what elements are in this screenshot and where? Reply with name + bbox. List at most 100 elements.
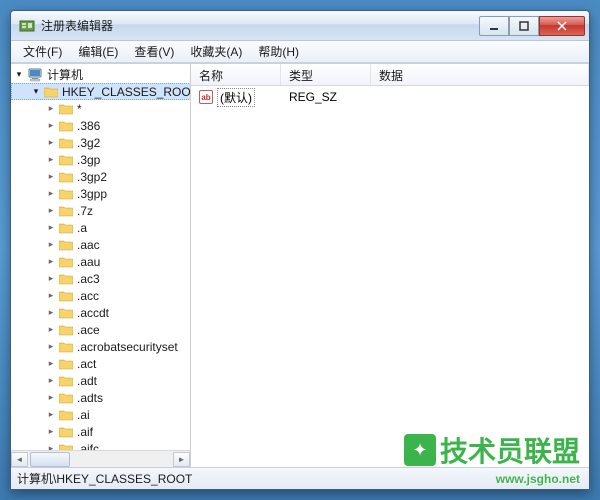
expand-icon[interactable]: ▸ [45, 375, 57, 387]
tree-label: .aif [77, 425, 93, 439]
scroll-left-button[interactable]: ◄ [11, 452, 28, 467]
tree-label: .aifc [77, 442, 99, 451]
tree-label: .adts [77, 391, 103, 405]
folder-icon [59, 443, 73, 451]
expand-icon[interactable]: ▸ [45, 324, 57, 336]
folder-icon [59, 290, 73, 302]
tree-item-2[interactable]: ▸ .3g2 [11, 134, 190, 151]
column-data[interactable]: 数据 [371, 64, 589, 85]
collapse-icon[interactable]: ▾ [30, 86, 42, 98]
tree-label: .act [77, 357, 96, 371]
tree-label: .ai [77, 408, 90, 422]
expand-icon[interactable]: ▸ [45, 341, 57, 353]
app-icon [19, 18, 35, 34]
tree-item-11[interactable]: ▸.acc [11, 287, 190, 304]
expand-icon[interactable]: ▸ [45, 188, 57, 200]
expand-icon[interactable]: ▸ [45, 358, 57, 370]
minimize-button[interactable] [479, 16, 509, 36]
tree-item-10[interactable]: ▸ .ac3 [11, 270, 190, 287]
tree-label: .386 [77, 119, 100, 133]
folder-icon [59, 188, 73, 200]
tree-label: .ac3 [77, 272, 100, 286]
list-row[interactable]: ab (默认) REG_SZ [191, 88, 589, 106]
expand-icon[interactable]: ▸ [45, 409, 57, 421]
folder-icon [59, 358, 73, 370]
close-button[interactable] [539, 16, 585, 36]
tree-label: .ace [77, 323, 100, 337]
scroll-right-button[interactable]: ► [173, 452, 190, 467]
tree-label: .aau [77, 255, 100, 269]
tree-label: .3gp2 [77, 170, 107, 184]
folder-icon [27, 68, 43, 82]
value-type-cell: REG_SZ [281, 90, 371, 104]
tree-item-16[interactable]: ▸.adt [11, 372, 190, 389]
maximize-button[interactable] [509, 16, 539, 36]
expand-icon[interactable]: ▸ [45, 137, 57, 149]
tree-item-13[interactable]: ▸ .ace [11, 321, 190, 338]
expand-icon[interactable]: ▸ [45, 290, 57, 302]
expand-icon[interactable]: ▸ [45, 103, 57, 115]
menu-view[interactable]: 查看(V) [126, 41, 182, 62]
menu-file[interactable]: 文件(F) [15, 41, 70, 62]
column-name[interactable]: 名称 [191, 64, 281, 85]
tree-item-20[interactable]: ▸ .aifc [11, 440, 190, 450]
value-name: (默认) [217, 88, 255, 107]
expand-icon[interactable]: ▸ [45, 273, 57, 285]
menu-edit[interactable]: 编辑(E) [70, 41, 126, 62]
expand-icon[interactable]: ▸ [45, 205, 57, 217]
expand-icon[interactable]: ▸ [45, 120, 57, 132]
tree-label: 计算机 [47, 66, 83, 83]
status-path: 计算机\HKEY_CLASSES_ROOT [17, 470, 192, 487]
folder-icon [59, 341, 73, 353]
tree-label: .accdt [77, 306, 109, 320]
expand-icon[interactable]: ▸ [45, 256, 57, 268]
tree-hkey-classes-root[interactable]: ▾ HKEY_CLASSES_ROOT [11, 83, 190, 100]
folder-icon [59, 103, 73, 115]
tree-label: HKEY_CLASSES_ROOT [62, 85, 190, 99]
tree-item-17[interactable]: ▸ .adts [11, 389, 190, 406]
folder-icon [59, 307, 73, 319]
tree-item-12[interactable]: ▸ .accdt [11, 304, 190, 321]
tree-root-computer[interactable]: ▾ 计算机 [11, 66, 190, 83]
content-area: ▾计算机▾HKEY_CLASSES_ROOT▸*▸.386▸.3g2▸.3gp▸… [11, 63, 589, 467]
expand-icon[interactable]: ▸ [45, 239, 57, 251]
tree-item-1[interactable]: ▸ .386 [11, 117, 190, 134]
tree-item-15[interactable]: ▸ .act [11, 355, 190, 372]
tree-item-19[interactable]: ▸ .aif [11, 423, 190, 440]
folder-icon [59, 222, 73, 234]
tree-item-6[interactable]: ▸.7z [11, 202, 190, 219]
string-value-icon: ab [199, 90, 213, 104]
tree-item-3[interactable]: ▸.3gp [11, 151, 190, 168]
tree-item-14[interactable]: ▸ .acrobatsecurityset [11, 338, 190, 355]
expand-icon[interactable]: ▸ [45, 443, 57, 451]
list-body[interactable]: ab (默认) REG_SZ [191, 86, 589, 467]
tree-item-5[interactable]: ▸.3gpp [11, 185, 190, 202]
folder-icon [59, 154, 73, 166]
tree-item-9[interactable]: ▸ .aau [11, 253, 190, 270]
expand-icon[interactable]: ▸ [45, 392, 57, 404]
expand-icon[interactable]: ▸ [45, 426, 57, 438]
expand-icon[interactable]: ▸ [45, 171, 57, 183]
menubar: 文件(F) 编辑(E) 查看(V) 收藏夹(A) 帮助(H) [11, 41, 589, 63]
scroll-thumb[interactable] [30, 452, 70, 467]
tree-item-18[interactable]: ▸ .ai [11, 406, 190, 423]
menu-help[interactable]: 帮助(H) [250, 41, 307, 62]
menu-favorites[interactable]: 收藏夹(A) [182, 41, 250, 62]
expand-icon[interactable]: ▸ [45, 154, 57, 166]
folder-icon [59, 205, 73, 217]
column-type[interactable]: 类型 [281, 64, 371, 85]
tree-item-7[interactable]: ▸.a [11, 219, 190, 236]
collapse-icon[interactable]: ▾ [13, 69, 25, 81]
tree-hscrollbar[interactable]: ◄ ► [11, 450, 190, 467]
registry-editor-window: 注册表编辑器 文件(F) 编辑(E) 查看(V) 收藏夹(A) 帮助(H) ▾ 计… [10, 10, 590, 490]
tree-item-8[interactable]: ▸.aac [11, 236, 190, 253]
tree-item-0[interactable]: ▸* [11, 100, 190, 117]
expand-icon[interactable]: ▸ [45, 222, 57, 234]
tree-label: .acrobatsecurityset [77, 340, 178, 354]
scroll-track[interactable] [28, 452, 173, 467]
expand-icon[interactable]: ▸ [45, 307, 57, 319]
tree-scroll[interactable]: ▾计算机▾HKEY_CLASSES_ROOT▸*▸.386▸.3g2▸.3gp▸… [11, 64, 190, 450]
tree-item-4[interactable]: ▸ .3gp2 [11, 168, 190, 185]
tree-label: .3g2 [77, 136, 100, 150]
titlebar[interactable]: 注册表编辑器 [11, 11, 589, 41]
